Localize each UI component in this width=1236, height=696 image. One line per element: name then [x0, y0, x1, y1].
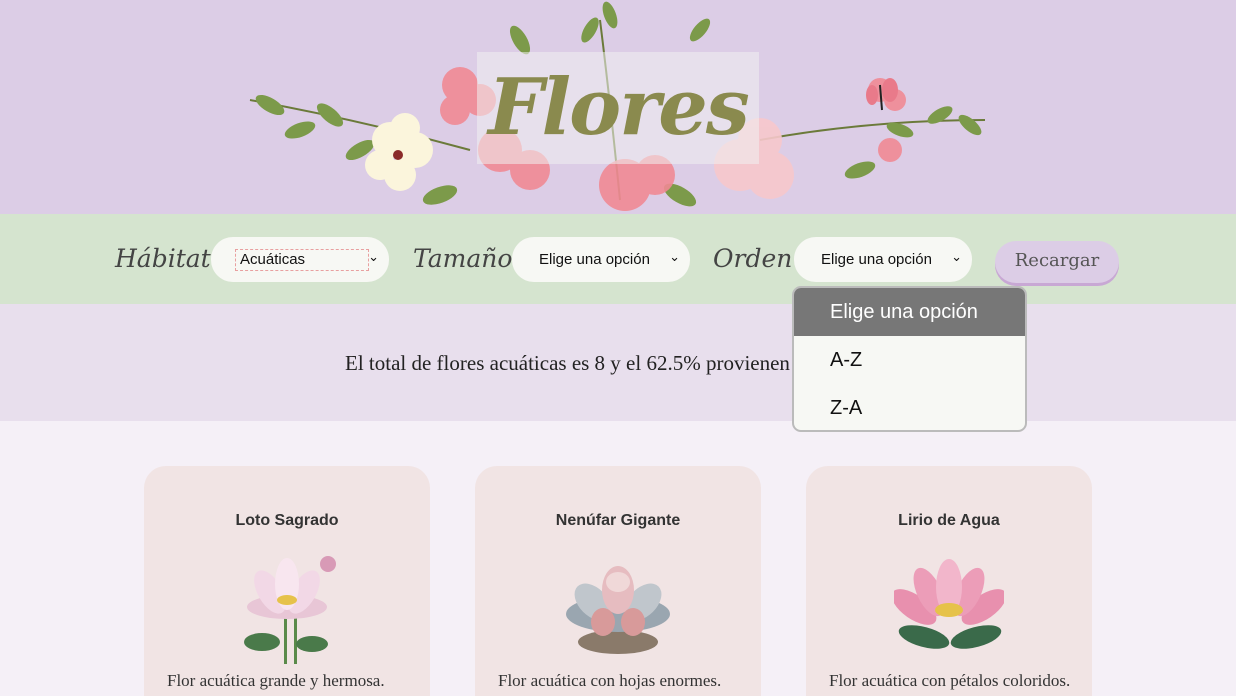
card-title: Nenúfar Gigante [555, 512, 681, 529]
water-lily-image [566, 566, 670, 654]
flower-card[interactable]: Nenúfar Gigante Flor acuática con hojas … [475, 466, 761, 696]
pink-lily-image [894, 559, 1004, 649]
order-option-default[interactable]: Elige una opción [794, 288, 1025, 336]
flower-card[interactable]: Loto Sagrado Flor acuática grande y herm… [144, 466, 430, 696]
order-select[interactable]: Elige una opción ⌄ [794, 237, 972, 282]
card-title: Lirio de Agua [898, 512, 1000, 529]
order-dropdown-list: Elige una opción A-Z Z-A [792, 286, 1027, 432]
header-banner: Flores [0, 0, 1236, 214]
size-select-value: Elige una opción [539, 251, 650, 268]
order-option-az[interactable]: A-Z [794, 336, 1025, 384]
page-title: Flores [488, 62, 750, 153]
order-option-za[interactable]: Z-A [794, 384, 1025, 430]
order-select-value: Elige una opción [821, 251, 932, 268]
summary-section: El total de flores acuáticas es 8 y el 6… [0, 304, 1236, 421]
habitat-select-value: Acuáticas [235, 249, 369, 271]
size-select[interactable]: Elige una opción ⌄ [512, 237, 690, 282]
chevron-down-icon: ⌄ [951, 249, 962, 264]
reload-button[interactable]: Recargar [995, 241, 1119, 283]
summary-text: El total de flores acuáticas es 8 y el 6… [345, 351, 790, 375]
size-label: Tamaño [413, 244, 513, 273]
flower-card[interactable]: Lirio de Agua Flor acuática con pétalos … [806, 466, 1092, 696]
habitat-select[interactable]: Acuáticas ⌄ [211, 237, 389, 282]
habitat-label: Hábitat [115, 244, 211, 273]
lotus-image [244, 556, 336, 664]
card-description: Flor acuática con pétalos coloridos. [829, 671, 1071, 690]
chevron-down-icon: ⌄ [669, 249, 680, 264]
card-title: Loto Sagrado [235, 512, 339, 529]
card-description: Flor acuática con hojas enormes. [498, 671, 722, 690]
chevron-down-icon: ⌄ [368, 249, 379, 264]
card-description: Flor acuática grande y hermosa. [167, 671, 385, 690]
order-label: Orden [713, 244, 793, 273]
